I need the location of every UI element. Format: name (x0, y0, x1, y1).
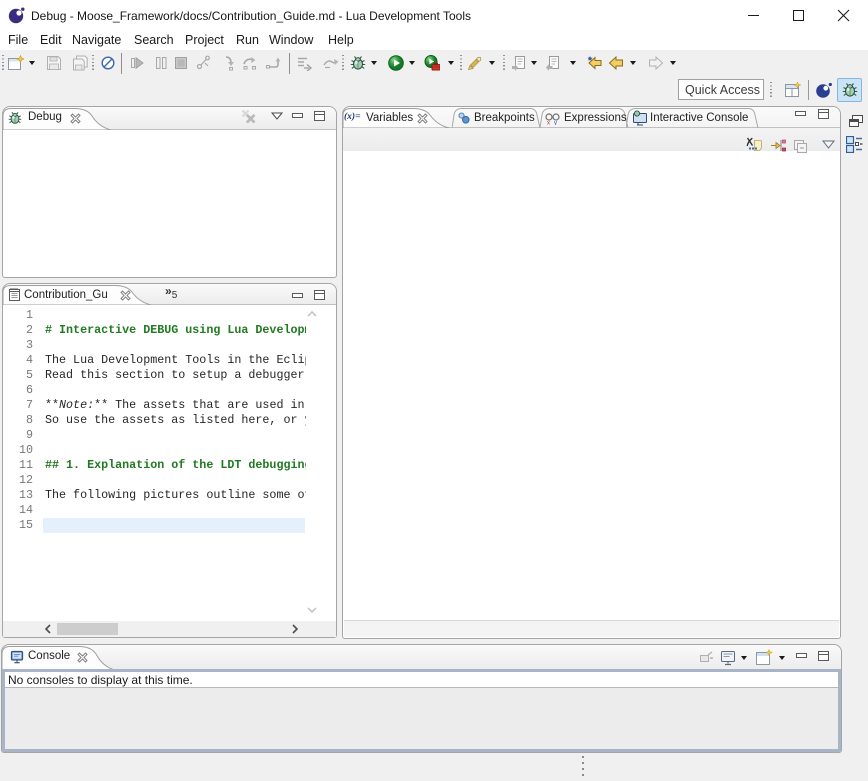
svg-text:y: y (554, 121, 557, 126)
svg-text:x: x (547, 121, 550, 126)
